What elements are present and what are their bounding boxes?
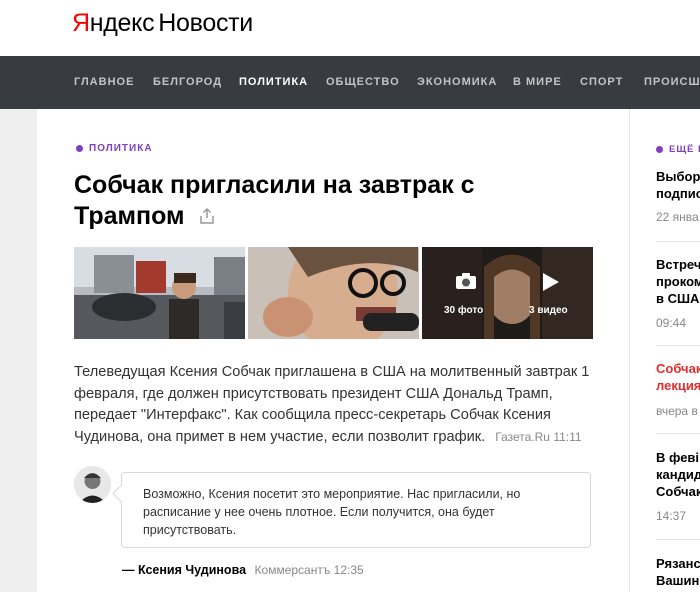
sidebar-divider (656, 345, 700, 346)
quote-author: — Ксения Чудинова (122, 563, 247, 577)
nav-item-incidents[interactable]: ПРОИСШЕСТВИЯ (644, 76, 700, 88)
nav-item-economy[interactable]: ЭКОНОМИКА (417, 76, 497, 88)
videos-count-label[interactable]: 3 видео (529, 305, 568, 316)
nav-item-world[interactable]: В МИРЕ (513, 76, 562, 88)
quote-attribution: — Ксения Чудинова Коммерсантъ 12:35 (122, 563, 364, 577)
left-gutter (0, 109, 37, 592)
article-lead: Телеведущая Ксения Собчак приглашена в С… (74, 362, 594, 448)
photos-count-label[interactable]: 30 фото (444, 305, 483, 316)
sidebar-heading-label: ЕЩЁ Н (669, 144, 700, 155)
rubric-dot (76, 145, 83, 152)
sidebar-heading-dot (656, 146, 663, 153)
sidebar-divider (656, 539, 700, 540)
logo-brand: ндекс (89, 9, 155, 37)
sidebar-item-line: Вашин (656, 573, 700, 588)
share-icon[interactable] (199, 207, 215, 225)
sidebar-divider (656, 241, 700, 242)
camera-icon (456, 273, 476, 289)
article-rubric[interactable]: ПОЛИТИКА (76, 143, 153, 154)
nav-item-belgorod[interactable]: БЕЛГОРОД (153, 76, 222, 88)
sidebar-news-item-4[interactable]: В феві кандид Собчак (656, 449, 700, 500)
article-title: Собчак пригласили на завтрак с Трампом (74, 170, 554, 232)
sidebar-news-item-1[interactable]: Выбор подпис (656, 168, 700, 202)
sidebar-item-line: Рязанс (656, 556, 700, 571)
sidebar-divider (656, 433, 700, 434)
sidebar-item-line: Встреч (656, 257, 700, 272)
column-divider (629, 109, 630, 592)
sidebar-news-item-3[interactable]: Собчак лекция (656, 360, 700, 394)
sidebar-item-line: Собчак (656, 361, 700, 376)
avatar-image (74, 466, 111, 503)
avatar (74, 466, 111, 503)
sidebar-news-item-2[interactable]: Встреч проком в США (656, 256, 700, 307)
article-title-text: Собчак пригласили на завтрак с Трампом (74, 171, 475, 230)
sidebar-news-item-5[interactable]: Рязанс Вашин (656, 555, 700, 589)
sidebar-item-time: вчера в (656, 404, 698, 418)
logo-service: Новости (158, 9, 253, 37)
photo-gallery-background (422, 247, 593, 339)
header: Яндекс Новости (0, 0, 700, 56)
play-icon (543, 273, 559, 291)
media-photo-2[interactable] (248, 247, 419, 339)
nav-item-main[interactable]: ГЛАВНОЕ (74, 76, 134, 88)
photo-portrait (248, 247, 419, 339)
quote-bubble: Возможно, Ксения посетит это мероприятие… (121, 472, 591, 548)
sidebar-item-line: Выбор (656, 169, 700, 184)
quote-source[interactable]: Коммерсантъ 12:35 (255, 563, 364, 577)
logo-letter: Я (72, 9, 90, 37)
article-source[interactable]: Газета.Ru 11:11 (495, 430, 581, 444)
sidebar-item-line: в США (656, 291, 700, 306)
sidebar-item-line: В феві (656, 450, 700, 465)
sidebar-item-time: 22 янва (656, 210, 699, 224)
quote-text: Возможно, Ксения посетит это мероприятие… (143, 487, 521, 537)
yandex-news-logo[interactable]: Яндекс Новости (72, 8, 253, 38)
category-nav: ГЛАВНОЕ БЕЛГОРОД ПОЛИТИКА ОБЩЕСТВО ЭКОНО… (0, 56, 700, 109)
media-gallery[interactable]: 30 фото 3 видео (422, 247, 593, 339)
sidebar-item-line: лекция (656, 378, 700, 393)
sidebar-item-time: 09:44 (656, 316, 687, 330)
media-photo-1[interactable] (74, 247, 245, 339)
sidebar-item-time: 14:37 (656, 509, 687, 523)
sidebar-item-line: Собчак (656, 484, 700, 499)
rubric-label: ПОЛИТИКА (89, 143, 153, 154)
nav-item-society[interactable]: ОБЩЕСТВО (326, 76, 400, 88)
sidebar-item-line: кандид (656, 467, 700, 482)
sidebar-heading: ЕЩЁ Н (656, 144, 700, 155)
nav-item-politics[interactable]: ПОЛИТИКА (239, 76, 308, 88)
sidebar-item-line: проком (656, 274, 700, 289)
photo-street-scene (74, 247, 245, 339)
nav-item-sport[interactable]: СПОРТ (580, 76, 623, 88)
sidebar-item-line: подпис (656, 186, 700, 201)
